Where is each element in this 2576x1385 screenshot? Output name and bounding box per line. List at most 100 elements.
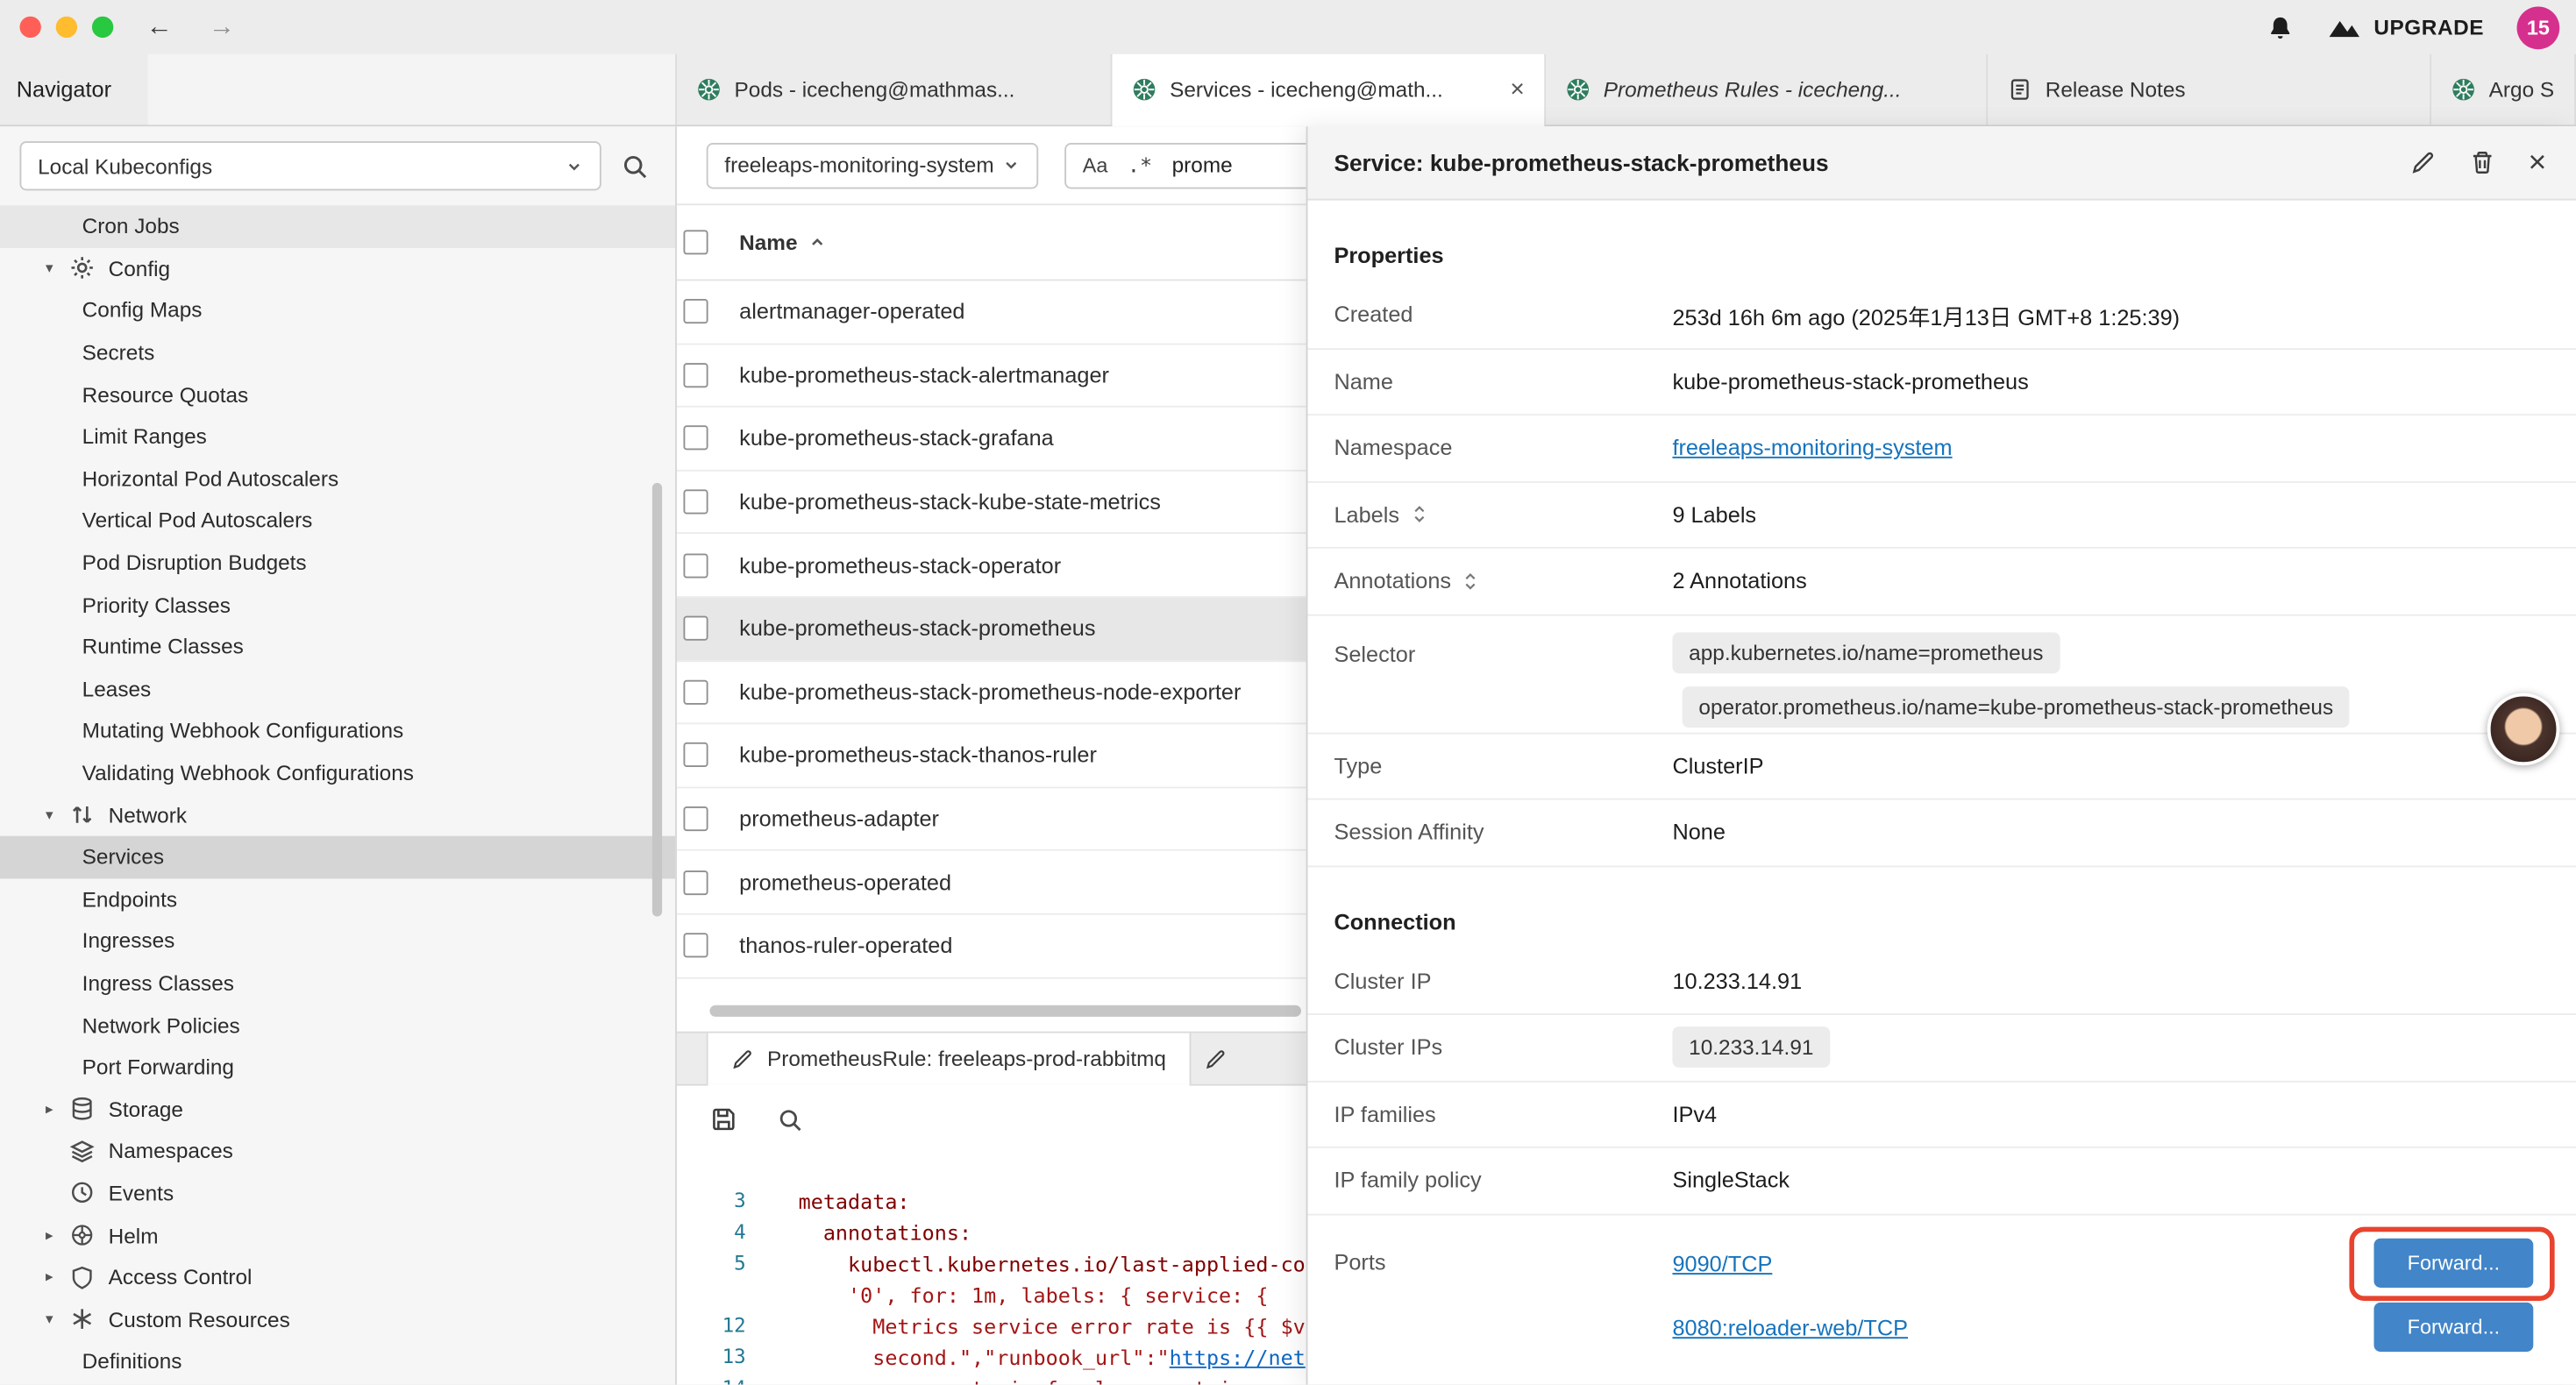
sidebar-item-storage[interactable]: ▸ Storage — [0, 1088, 675, 1130]
sidebar-item-priority-classes[interactable]: Priority Classes — [0, 584, 675, 626]
row-checkbox[interactable] — [683, 300, 708, 324]
chevron-expanded-icon[interactable]: ▾ — [39, 1310, 59, 1329]
row-checkbox[interactable] — [683, 553, 708, 578]
mountain-logo-icon — [2326, 15, 2362, 39]
minimize-window-button[interactable] — [56, 17, 77, 38]
property-row-ip-families: IP families IPv4 — [1307, 1082, 2576, 1148]
sidebar-item-limit-ranges[interactable]: Limit Ranges — [0, 416, 675, 458]
sidebar-item-network[interactable]: ▾ Network — [0, 794, 675, 836]
sidebar-item-runtime-classes[interactable]: Runtime Classes — [0, 626, 675, 668]
row-checkbox[interactable] — [683, 363, 708, 387]
tab-prometheus-rules[interactable]: Prometheus Rules - icecheng... — [1546, 54, 1988, 125]
chevron-collapsed-icon[interactable]: ▸ — [39, 1100, 59, 1119]
row-checkbox[interactable] — [683, 490, 708, 515]
match-case-toggle[interactable]: Aa — [1083, 153, 1108, 176]
scrollbar-thumb[interactable] — [652, 483, 662, 917]
item-label: Priority Classes — [82, 593, 231, 617]
sidebar-item-namespaces[interactable]: Namespaces — [0, 1130, 675, 1172]
sidebar-item-leases[interactable]: Leases — [0, 668, 675, 710]
item-label: Services — [82, 844, 164, 869]
service-name: alertmanager-operated — [739, 300, 964, 324]
sidebar-item-cron-jobs[interactable]: Cron Jobs — [0, 205, 675, 247]
row-checkbox[interactable] — [683, 679, 708, 704]
row-checkbox[interactable] — [683, 616, 708, 641]
editor-tab-partial[interactable] — [1191, 1033, 1240, 1084]
tab-pods[interactable]: Pods - icecheng@mathmas... — [677, 54, 1113, 125]
select-all-checkbox[interactable] — [683, 230, 708, 254]
tab-argo[interactable]: Argo S — [2431, 54, 2576, 125]
sidebar-item-services[interactable]: Services — [0, 836, 675, 878]
drawer-header: Service: kube-prometheus-stack-prometheu… — [1307, 126, 2576, 200]
row-checkbox[interactable] — [683, 870, 708, 894]
close-drawer-icon[interactable]: × — [2528, 147, 2546, 179]
sidebar-item-network-policies[interactable]: Network Policies — [0, 1004, 675, 1046]
tab-release-notes[interactable]: Release Notes — [1988, 54, 2431, 125]
row-checkbox[interactable] — [683, 743, 708, 768]
sidebar-item-config-maps[interactable]: Config Maps — [0, 289, 675, 331]
close-tab-icon[interactable]: × — [1510, 75, 1524, 103]
row-checkbox[interactable] — [683, 806, 708, 831]
search-icon[interactable] — [621, 152, 649, 180]
edit-icon[interactable] — [2410, 150, 2437, 176]
forward-button-9090[interactable]: Forward... — [2374, 1239, 2534, 1288]
sidebar-item-validating-webhook-configurations[interactable]: Validating Webhook Configurations — [0, 752, 675, 794]
expand-updown-icon[interactable] — [1411, 505, 1427, 524]
sidebar-item-mutating-webhook-configurations[interactable]: Mutating Webhook Configurations — [0, 710, 675, 752]
sidebar-item-horizontal-pod-autoscalers[interactable]: Horizontal Pod Autoscalers — [0, 458, 675, 500]
sidebar-item-ingresses[interactable]: Ingresses — [0, 920, 675, 962]
sidebar-item-events[interactable]: Events — [0, 1172, 675, 1214]
assistant-avatar[interactable] — [2487, 693, 2559, 765]
sidebar-item-access-control[interactable]: ▸ Access Control — [0, 1256, 675, 1298]
row-checkbox[interactable] — [683, 426, 708, 451]
search-icon[interactable] — [777, 1106, 803, 1133]
back-button[interactable]: ← — [146, 12, 173, 42]
scrollbar-thumb-horizontal[interactable] — [709, 1005, 1301, 1017]
save-icon[interactable] — [709, 1105, 737, 1133]
namespace-link[interactable]: freeleaps-monitoring-system — [1672, 436, 1952, 460]
property-value[interactable]: 9 Labels — [1672, 502, 2576, 527]
sidebar-item-definitions[interactable]: Definitions — [0, 1340, 675, 1382]
window-controls — [0, 17, 113, 38]
property-value[interactable]: 2 Annotations — [1672, 569, 2576, 593]
forward-button-8080[interactable]: Forward... — [2374, 1303, 2534, 1352]
property-row-cluster-ips: Cluster IPs 10.233.14.91 — [1307, 1015, 2576, 1082]
tab-label: Argo S — [2489, 77, 2555, 102]
property-value: 10.233.14.91 — [1672, 969, 2576, 993]
port-link-9090[interactable]: 9090/TCP — [1672, 1251, 1772, 1275]
zoom-window-button[interactable] — [92, 17, 113, 38]
sidebar-item-pod-disruption-budgets[interactable]: Pod Disruption Budgets — [0, 542, 675, 584]
forward-button[interactable]: → — [209, 12, 235, 42]
tab-services[interactable]: Services - icecheng@math... × — [1113, 54, 1547, 125]
kubeconfig-selector[interactable]: Local Kubeconfigs — [19, 141, 601, 190]
sidebar-item-custom-resources[interactable]: ▾ Custom Resources — [0, 1298, 675, 1340]
delete-icon[interactable] — [2469, 150, 2495, 176]
close-window-button[interactable] — [19, 17, 40, 38]
notifications-bell-icon[interactable] — [2267, 14, 2294, 40]
expand-updown-icon[interactable] — [1462, 572, 1479, 591]
property-label: Created — [1334, 302, 1413, 327]
kubernetes-icon — [2451, 77, 2476, 102]
upgrade-button[interactable]: UPGRADE — [2326, 15, 2484, 39]
name-column-header[interactable]: Name — [739, 230, 797, 254]
sidebar-item-vertical-pod-autoscalers[interactable]: Vertical Pod Autoscalers — [0, 500, 675, 542]
sidebar-item-config[interactable]: ▾ Config — [0, 247, 675, 289]
chevron-collapsed-icon[interactable]: ▸ — [39, 1268, 59, 1287]
sidebar-item-resource-quotas[interactable]: Resource Quotas — [0, 373, 675, 416]
code-text: annotations: — [799, 1217, 971, 1248]
editor-tab-prometheusrule[interactable]: PrometheusRule: freeleaps-prod-rabbitmq — [707, 1033, 1191, 1084]
sidebar-item-port-forwarding[interactable]: Port Forwarding — [0, 1046, 675, 1088]
chevron-expanded-icon[interactable]: ▾ — [39, 259, 59, 278]
sort-ascending-icon[interactable] — [809, 233, 828, 252]
sidebar-item-secrets[interactable]: Secrets — [0, 331, 675, 373]
namespace-filter-dropdown[interactable]: freeleaps-monitoring-system — [707, 142, 1038, 188]
sidebar-item-helm[interactable]: ▸ Helm — [0, 1214, 675, 1256]
regex-toggle[interactable]: .* — [1128, 153, 1152, 177]
sidebar-item-ingress-classes[interactable]: Ingress Classes — [0, 962, 675, 1004]
property-row-created: Created 253d 16h 6m ago (2025年1月13日 GMT+… — [1307, 282, 2576, 349]
chevron-expanded-icon[interactable]: ▾ — [39, 806, 59, 824]
row-checkbox[interactable] — [683, 934, 708, 958]
port-link-8080[interactable]: 8080:reloader-web/TCP — [1672, 1315, 1908, 1339]
sidebar-item-endpoints[interactable]: Endpoints — [0, 878, 675, 920]
chevron-collapsed-icon[interactable]: ▸ — [39, 1226, 59, 1245]
notification-count-badge[interactable]: 15 — [2517, 6, 2560, 49]
